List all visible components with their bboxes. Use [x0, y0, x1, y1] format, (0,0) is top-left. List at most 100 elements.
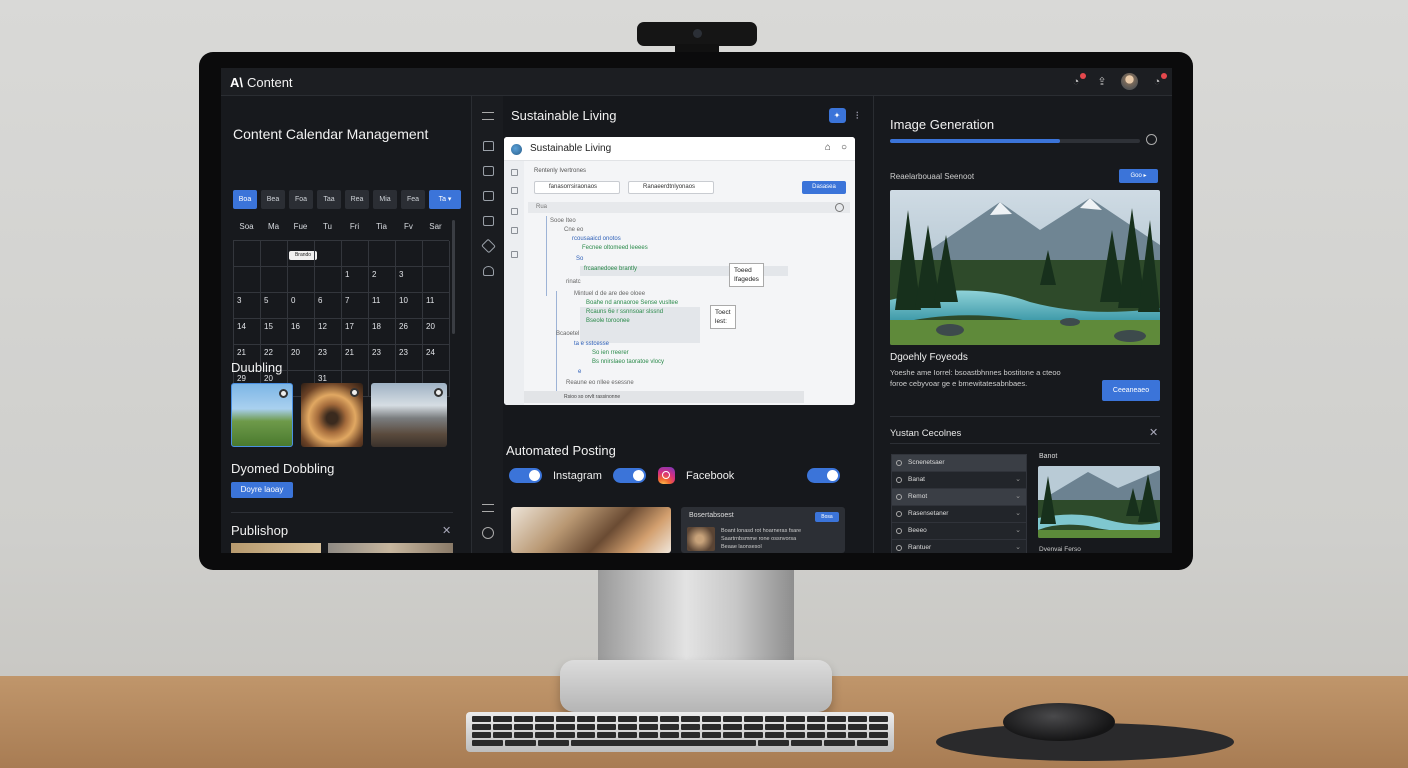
- calendar-cell[interactable]: 21: [342, 345, 369, 371]
- magic-icon[interactable]: ✦: [828, 108, 846, 123]
- calendar-cell[interactable]: [288, 241, 315, 267]
- version-item[interactable]: Beeeo ⌄: [892, 523, 1026, 540]
- calendar-cell[interactable]: Brando: [261, 241, 317, 267]
- list-icon[interactable]: [511, 251, 518, 258]
- dyomed-button[interactable]: Doyre laoay: [231, 482, 293, 498]
- calendar-cell[interactable]: 20: [423, 319, 450, 345]
- user-icon[interactable]: [483, 266, 494, 276]
- calendar-cell[interactable]: 24: [423, 345, 450, 371]
- generate-button[interactable]: Ceeaneaeo: [1102, 380, 1160, 401]
- sort-icon[interactable]: [835, 203, 844, 212]
- edit-icon[interactable]: [481, 238, 496, 254]
- version-preview-image[interactable]: [1038, 466, 1160, 538]
- calendar-tab[interactable]: Boa: [233, 190, 257, 209]
- select-icon[interactable]: [350, 388, 359, 397]
- home-icon[interactable]: [483, 141, 494, 151]
- avatar[interactable]: [1121, 73, 1138, 90]
- calendar-cell[interactable]: [396, 241, 423, 267]
- calendar-cell[interactable]: 16: [288, 319, 315, 345]
- calendar-cell[interactable]: [315, 267, 342, 293]
- calendar-cell[interactable]: 10: [396, 293, 423, 319]
- calendar-cell[interactable]: 1: [342, 267, 369, 293]
- media-thumbnail[interactable]: [231, 383, 293, 447]
- calendar-cell[interactable]: [369, 241, 396, 267]
- calendar-cell[interactable]: 0: [288, 293, 315, 319]
- calendar-scrollbar[interactable]: [452, 220, 455, 334]
- list-icon[interactable]: [511, 187, 518, 194]
- calendar-cell[interactable]: 23: [315, 345, 342, 371]
- calendar-tab[interactable]: Mia: [373, 190, 397, 209]
- select-icon[interactable]: [434, 388, 443, 397]
- calendar-cell[interactable]: 17: [342, 319, 369, 345]
- search-button[interactable]: Dasasea: [802, 181, 846, 194]
- media-thumbnail[interactable]: [301, 383, 363, 447]
- calendar-tab[interactable]: Rea: [345, 190, 369, 209]
- calendar-cell[interactable]: 23: [396, 345, 423, 371]
- calendar-cell[interactable]: [261, 267, 288, 293]
- calendar-cell[interactable]: 6: [315, 293, 342, 319]
- calendar-cell[interactable]: [234, 241, 261, 267]
- publish-thumbnail[interactable]: [231, 543, 321, 553]
- post-image[interactable]: [511, 507, 671, 553]
- calendar-cell[interactable]: 20: [288, 345, 315, 371]
- alert-icon[interactable]: ◔: [1150, 72, 1167, 89]
- version-item[interactable]: Banat ⌄: [892, 472, 1026, 489]
- select-icon[interactable]: [279, 389, 288, 398]
- calendar-cell[interactable]: 12: [315, 319, 342, 345]
- more-icon[interactable]: ⁝: [856, 109, 860, 122]
- instagram-toggle[interactable]: [509, 468, 542, 483]
- search-input[interactable]: Ranaeerdtnlyonaos: [628, 181, 714, 194]
- menu-icon[interactable]: [482, 504, 494, 512]
- post-card[interactable]: Bosertabsoest Bosa Boant lonasd rot hoar…: [681, 507, 845, 553]
- list-icon[interactable]: [511, 169, 518, 176]
- menu-icon[interactable]: [482, 112, 494, 120]
- version-item[interactable]: Scnenetsaer: [892, 455, 1026, 472]
- share-icon[interactable]: ⇪: [1095, 75, 1109, 89]
- list-icon[interactable]: [511, 227, 518, 234]
- home-icon[interactable]: [483, 166, 494, 176]
- calendar-cell[interactable]: 14: [234, 319, 261, 345]
- bell-icon[interactable]: ⌂: [825, 142, 831, 153]
- calendar-cell[interactable]: [288, 267, 315, 293]
- calendar-cell[interactable]: [342, 241, 369, 267]
- calendar-cell[interactable]: 2: [369, 267, 396, 293]
- calendar-tab[interactable]: Fea: [401, 190, 425, 209]
- close-icon[interactable]: ✕: [442, 524, 451, 537]
- auto-post-toggle[interactable]: [807, 468, 840, 483]
- calendar-tab[interactable]: Taa: [317, 190, 341, 209]
- facebook-toggle[interactable]: [613, 468, 646, 483]
- media-thumbnail[interactable]: [371, 383, 447, 447]
- calendar-cell[interactable]: 18: [369, 319, 396, 345]
- generated-image[interactable]: [890, 190, 1160, 345]
- calendar-cell[interactable]: 11: [423, 293, 450, 319]
- calendar-tab[interactable]: Foa: [289, 190, 313, 209]
- calendar-cell[interactable]: 7: [342, 293, 369, 319]
- calendar-cell[interactable]: 5: [261, 293, 288, 319]
- calendar-tab[interactable]: Bea: [261, 190, 285, 209]
- calendar-cell[interactable]: 26: [396, 319, 423, 345]
- search-icon[interactable]: ○: [841, 142, 847, 153]
- calendar-cell[interactable]: 3: [234, 293, 261, 319]
- calendar-cell[interactable]: 23: [369, 345, 396, 371]
- publish-thumbnail[interactable]: [328, 543, 453, 553]
- close-icon[interactable]: ✕: [1149, 426, 1158, 439]
- search-input[interactable]: fanasorrsiraonaos: [534, 181, 620, 194]
- calendar-cell[interactable]: [423, 267, 450, 293]
- settings-icon[interactable]: [482, 527, 494, 539]
- version-item[interactable]: Rasensetaner ⌄: [892, 506, 1026, 523]
- calendar-cell[interactable]: [315, 241, 342, 267]
- gallery-icon[interactable]: [483, 216, 494, 226]
- calendar-cell[interactable]: [234, 267, 261, 293]
- version-item[interactable]: Remot ⌄: [892, 489, 1026, 506]
- calendar-cell[interactable]: 15: [261, 319, 288, 345]
- generate-chip[interactable]: Goo ▸: [1119, 169, 1158, 183]
- notification-icon[interactable]: ◔: [1069, 72, 1086, 89]
- version-item[interactable]: Rantuer ⌄: [892, 540, 1026, 553]
- calendar-cell[interactable]: [423, 241, 450, 267]
- calendar-cell[interactable]: 3: [396, 267, 423, 293]
- post-card-button[interactable]: Bosa: [815, 512, 839, 522]
- document-icon[interactable]: [483, 191, 494, 201]
- calendar-cell[interactable]: 11: [369, 293, 396, 319]
- calendar-view-dropdown[interactable]: Ta ▾: [429, 190, 461, 209]
- list-icon[interactable]: [511, 208, 518, 215]
